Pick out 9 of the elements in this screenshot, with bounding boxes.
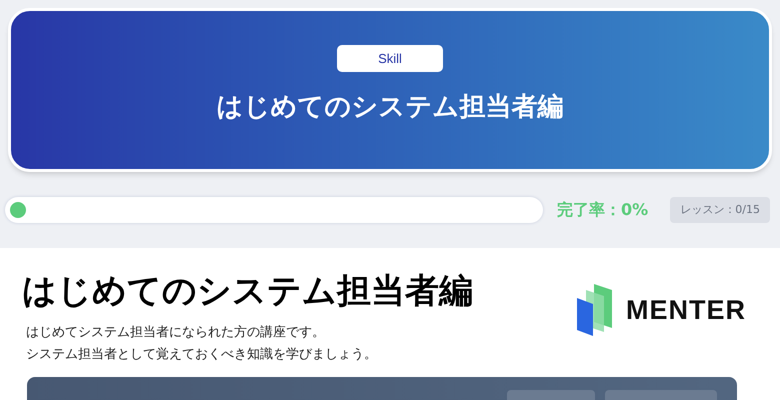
logo-wordmark: MENTER (626, 294, 746, 327)
category-badge: Skill (337, 45, 443, 72)
course-title: はじめてのシステム担当者編 (22, 270, 473, 313)
lesson-count-badge: レッスン：0/15 (670, 197, 770, 223)
course-description: はじめてシステム担当者になられた方の講座です。 (26, 324, 326, 342)
course-description: システム担当者として覚えておくべき知識を学びましょう。 (26, 346, 378, 364)
completion-rate: 完了率：0% (557, 199, 648, 221)
logo-icon (576, 284, 614, 336)
hero-title: はじめてのシステム担当者編 (216, 91, 564, 124)
